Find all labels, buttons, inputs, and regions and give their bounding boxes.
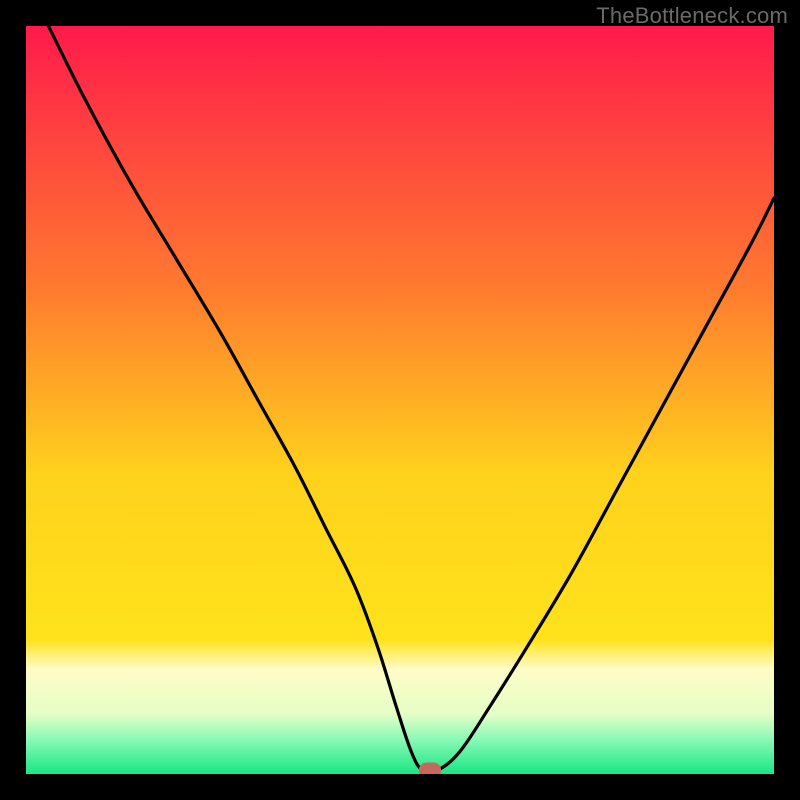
optimal-point-marker: [419, 762, 441, 774]
chart-frame: TheBottleneck.com: [0, 0, 800, 800]
bottleneck-curve: [26, 26, 774, 774]
plot-area: [26, 26, 774, 774]
